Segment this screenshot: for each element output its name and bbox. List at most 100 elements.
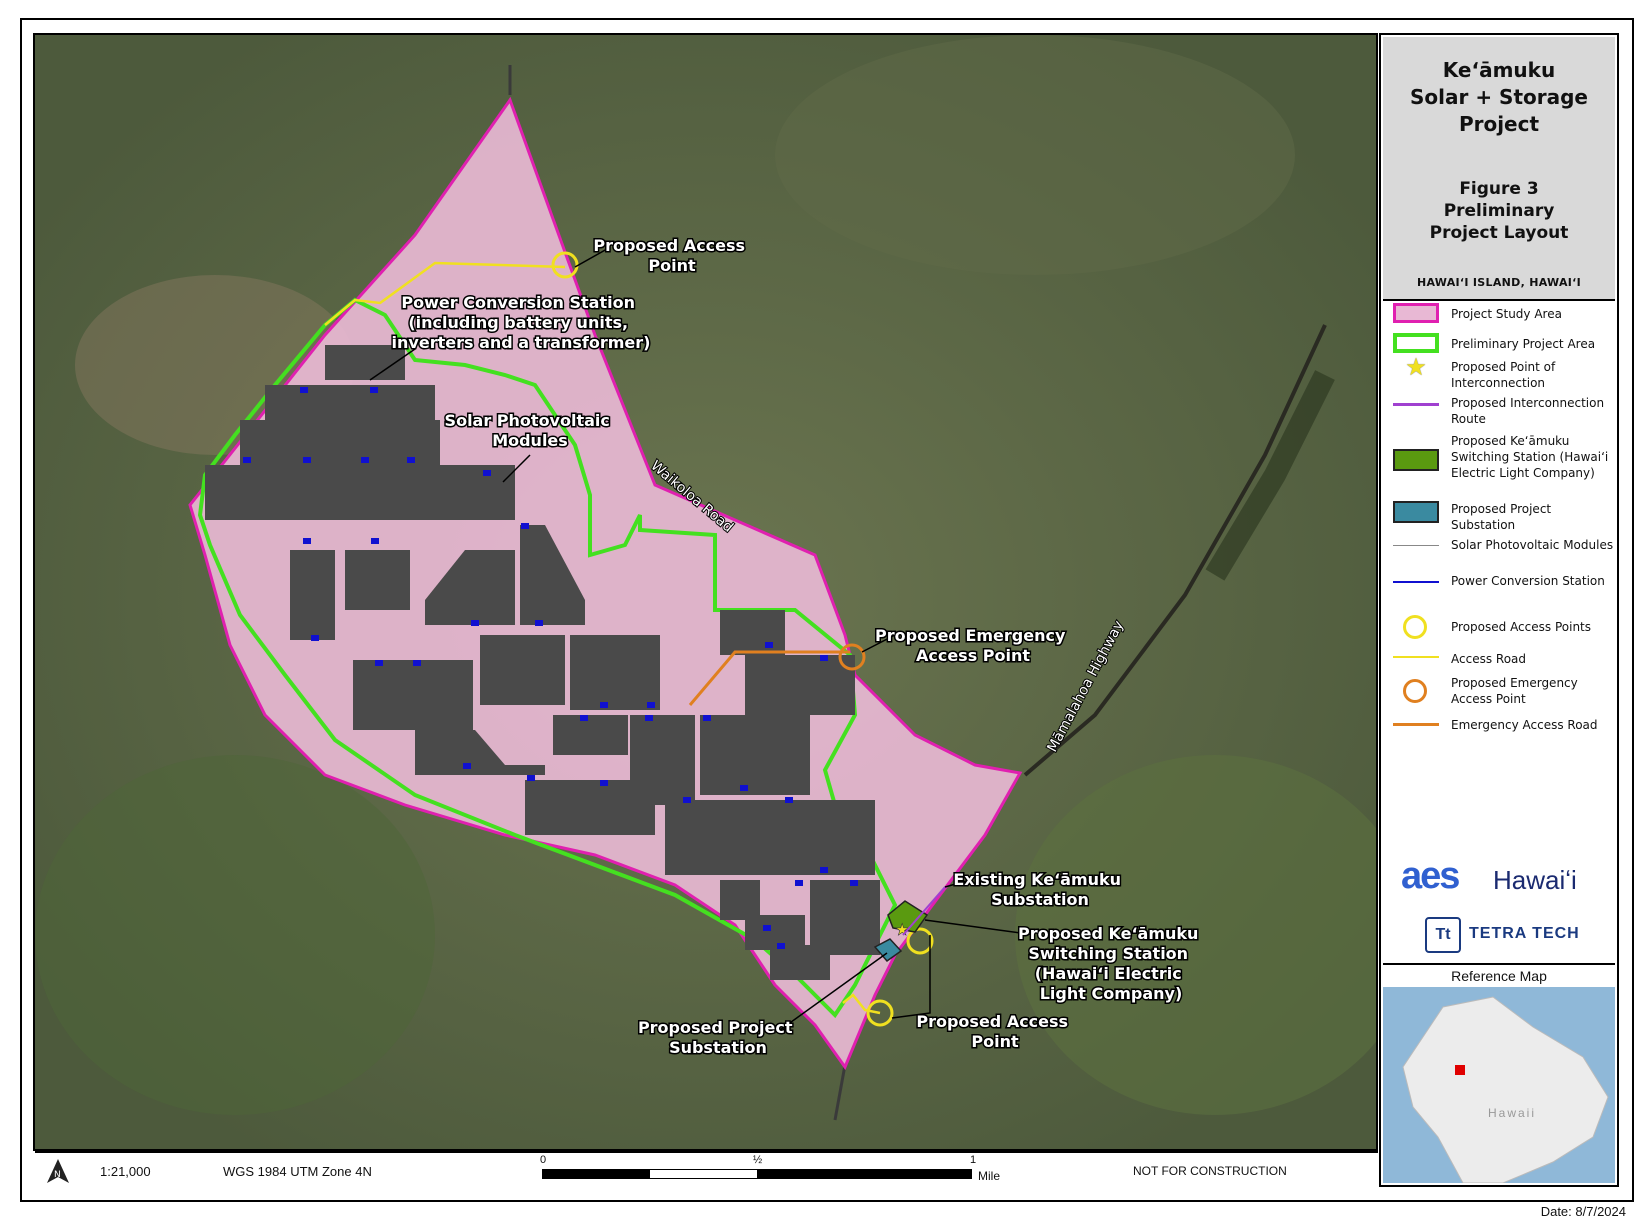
map-view[interactable]: ★ Proposed Access Point Power Conversion… bbox=[33, 33, 1378, 1151]
label-switching-station: Proposed Keʻāmuku Switching Station (Haw… bbox=[1018, 924, 1204, 1003]
aes-hawaii-text: Hawaiʻi bbox=[1493, 865, 1577, 895]
pcs-unit bbox=[300, 387, 308, 393]
map-footer: N 1:21,000 WGS 1984 UTM Zone 4N 0 ½ 1 Mi… bbox=[35, 1151, 1378, 1189]
pcs-line-swatch bbox=[1393, 581, 1439, 583]
svg-text:N: N bbox=[54, 1170, 61, 1180]
reference-map-title: Reference Map bbox=[1383, 963, 1615, 989]
scale-ratio: 1:21,000 bbox=[100, 1164, 151, 1179]
pv-block bbox=[353, 660, 473, 730]
date-stamp: Date: 8/7/2024 bbox=[1540, 1204, 1626, 1219]
pcs-unit bbox=[600, 702, 608, 708]
pcs-unit bbox=[463, 763, 471, 769]
title-block: Keʻāmuku Solar + Storage Project Figure … bbox=[1383, 37, 1615, 301]
north-arrow-icon: N bbox=[47, 1159, 69, 1183]
scale-tick: 0 bbox=[540, 1154, 547, 1166]
pv-line-swatch bbox=[1393, 545, 1439, 546]
pcs-unit bbox=[580, 715, 588, 721]
pv-block bbox=[720, 610, 785, 655]
pcs-unit bbox=[407, 457, 415, 463]
project-title: Keʻāmuku Solar + Storage Project bbox=[1410, 58, 1588, 136]
study-area-swatch bbox=[1393, 303, 1439, 323]
pcs-unit bbox=[371, 538, 379, 544]
pv-block bbox=[525, 780, 655, 835]
pcs-unit bbox=[645, 715, 653, 721]
pcs-unit bbox=[413, 660, 421, 666]
pcs-unit bbox=[471, 620, 479, 626]
pv-block bbox=[700, 715, 810, 795]
scale-unit: Mile bbox=[978, 1169, 1001, 1183]
pcs-unit bbox=[243, 457, 251, 463]
pv-block bbox=[745, 915, 805, 950]
pv-block bbox=[745, 655, 855, 715]
emergency-access-icon bbox=[1403, 679, 1427, 703]
project-area-swatch bbox=[1393, 333, 1439, 353]
pcs-unit bbox=[535, 620, 543, 626]
pcs-unit bbox=[683, 797, 691, 803]
pv-block bbox=[553, 715, 628, 755]
pcs-unit bbox=[765, 642, 773, 648]
legend-item: Proposed Interconnection Route bbox=[1383, 395, 1615, 429]
reference-map-canvas: Hawaii bbox=[1383, 987, 1615, 1183]
pv-block bbox=[770, 945, 830, 980]
pv-block bbox=[810, 880, 880, 955]
emergency-road-swatch bbox=[1393, 723, 1439, 726]
pcs-unit bbox=[483, 470, 491, 476]
access-point-icon bbox=[1403, 615, 1427, 639]
legend-item: Proposed Keʻāmuku Switching Station (Haw… bbox=[1383, 433, 1615, 497]
pcs-unit bbox=[375, 660, 383, 666]
access-road-swatch bbox=[1393, 656, 1439, 658]
pcs-unit bbox=[311, 635, 319, 641]
legend-item: Proposed Access Points bbox=[1383, 615, 1615, 645]
pcs-unit bbox=[527, 775, 535, 781]
pcs-unit bbox=[370, 387, 378, 393]
legend-item: Project Study Area bbox=[1383, 303, 1615, 329]
reference-map[interactable]: Hawaii bbox=[1383, 987, 1615, 1183]
pcs-unit bbox=[795, 880, 803, 886]
pv-block bbox=[345, 550, 410, 610]
pcs-unit bbox=[361, 457, 369, 463]
legend-item: ★ Proposed Point of Interconnection bbox=[1383, 353, 1615, 393]
scale-tick: 1 bbox=[970, 1154, 977, 1166]
pcs-unit bbox=[785, 797, 793, 803]
switching-station-swatch bbox=[1393, 449, 1439, 471]
legend-item: Power Conversion Station bbox=[1383, 573, 1615, 607]
star-icon: ★ bbox=[1405, 353, 1427, 381]
pcs-unit bbox=[820, 867, 828, 873]
pcs-unit bbox=[600, 780, 608, 786]
legend-item: Emergency Access Road bbox=[1383, 717, 1615, 737]
not-for-construction: NOT FOR CONSTRUCTION bbox=[1133, 1164, 1287, 1178]
pcs-unit bbox=[303, 538, 311, 544]
location-label: HAWAIʻI ISLAND, HAWAIʻI bbox=[1416, 276, 1582, 289]
pcs-unit bbox=[850, 880, 858, 886]
legend-item: Proposed Project Substation bbox=[1383, 501, 1615, 535]
coordinate-system: WGS 1984 UTM Zone 4N bbox=[223, 1164, 372, 1179]
project-location-marker bbox=[1455, 1065, 1465, 1075]
scale-bar: 0 ½ 1 Mile bbox=[540, 1154, 1000, 1186]
legend-item: Proposed Emergency Access Point bbox=[1383, 675, 1615, 709]
terrain-patch bbox=[35, 755, 435, 1115]
pcs-unit bbox=[303, 457, 311, 463]
pcs-unit bbox=[763, 925, 771, 931]
pcs-unit bbox=[740, 785, 748, 791]
tetra-tech-text: TETRA TECH bbox=[1469, 925, 1580, 942]
map-canvas[interactable]: ★ Proposed Access Point Power Conversion… bbox=[35, 35, 1378, 1151]
island-label: Hawaii bbox=[1488, 1106, 1536, 1120]
aes-logo: aes bbox=[1401, 855, 1460, 897]
pcs-unit bbox=[647, 702, 655, 708]
pv-block bbox=[720, 880, 760, 920]
label-power-conversion-station: Power Conversion Station (including batt… bbox=[392, 293, 651, 352]
scale-tick: ½ bbox=[753, 1154, 763, 1166]
pv-block bbox=[570, 635, 660, 710]
legend-item: Solar Photovoltaic Modules bbox=[1383, 537, 1615, 571]
pcs-unit bbox=[703, 715, 711, 721]
pv-block bbox=[205, 465, 515, 520]
tetra-tech-logo-icon: Tt bbox=[1425, 917, 1461, 953]
terrain-patch bbox=[775, 35, 1295, 275]
pcs-unit bbox=[777, 943, 785, 949]
pcs-unit bbox=[820, 655, 828, 661]
legend-panel: Keʻāmuku Solar + Storage Project Figure … bbox=[1379, 33, 1619, 1187]
substation-swatch bbox=[1393, 501, 1439, 523]
pcs-unit bbox=[521, 523, 529, 529]
pv-block bbox=[480, 635, 565, 705]
route-line-swatch bbox=[1393, 403, 1439, 406]
